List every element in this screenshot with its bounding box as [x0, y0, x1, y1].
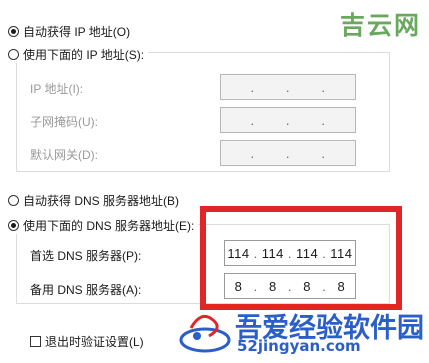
manual-ip-radio-button[interactable] — [8, 49, 19, 60]
validate-checkbox[interactable]: 退出时验证设置(L) — [30, 333, 144, 350]
manual-ip-label: 使用下面的 IP 地址(S): — [23, 48, 145, 62]
auto-dns-radio-button[interactable] — [8, 195, 19, 206]
ip-address-label: IP 地址(I): — [30, 82, 84, 96]
validate-checkbox-box[interactable] — [30, 336, 41, 347]
manual-dns-radio[interactable]: 使用下面的 DNS 服务器地址(E): — [8, 217, 199, 234]
dns-highlight-frame — [200, 206, 402, 310]
auto-ip-label: 自动获得 IP 地址(O) — [23, 25, 131, 39]
watermark-site-url: 52jingyan.com — [237, 337, 361, 355]
subnet-mask-label: 子网掩码(U): — [30, 115, 98, 129]
top-watermark: 吉云网 — [339, 11, 421, 40]
gateway-field[interactable]: ... — [220, 140, 356, 166]
manual-ip-radio[interactable]: 使用下面的 IP 地址(S): — [8, 46, 149, 63]
subnet-mask-field[interactable]: ... — [220, 107, 356, 133]
watermark-logo-icon — [179, 314, 231, 353]
manual-dns-label: 使用下面的 DNS 服务器地址(E): — [23, 219, 195, 233]
auto-ip-radio-button[interactable] — [8, 26, 19, 37]
gateway-label: 默认网关(D): — [30, 148, 98, 162]
ip-address-field[interactable]: ... — [220, 74, 356, 100]
manual-dns-radio-button[interactable] — [8, 220, 19, 231]
auto-ip-radio[interactable]: 自动获得 IP 地址(O) — [8, 23, 130, 40]
auto-dns-label: 自动获得 DNS 服务器地址(B) — [23, 194, 180, 208]
alternate-dns-label: 备用 DNS 服务器(A): — [30, 283, 142, 297]
validate-label: 退出时验证设置(L) — [45, 335, 144, 349]
auto-dns-radio[interactable]: 自动获得 DNS 服务器地址(B) — [8, 192, 179, 209]
preferred-dns-label: 首选 DNS 服务器(P): — [30, 249, 142, 263]
bottom-watermark: 吾爱经验软件园 52jingyan.com — [175, 302, 429, 363]
